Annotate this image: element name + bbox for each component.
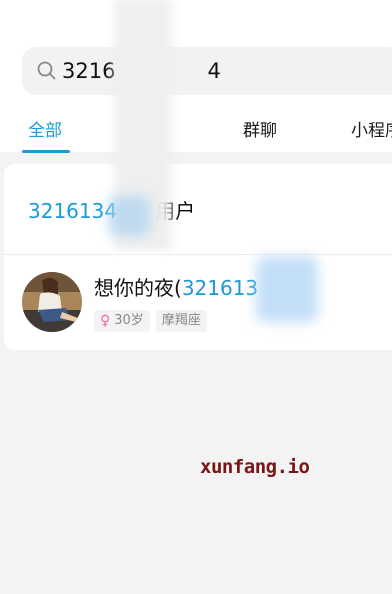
age-label: 30岁 — [114, 313, 144, 328]
result-tabs: 全部 群聊 小程序 — [0, 112, 392, 153]
female-icon: ♀ — [100, 313, 111, 329]
search-query-suffix: 4 — [207, 59, 221, 83]
user-name[interactable]: 想你的夜(321613 — [94, 275, 258, 301]
age-badge: ♀ 30岁 — [94, 310, 150, 332]
search-icon — [37, 61, 56, 80]
search-user-query: 3216134 — [28, 199, 118, 223]
user-name-highlight: 321613 — [181, 276, 259, 300]
divider — [4, 254, 392, 255]
redaction-blur — [256, 256, 318, 322]
zodiac-label: 摩羯座 — [161, 313, 201, 328]
tab-group-chats[interactable]: 群聊 — [243, 120, 277, 142]
tab-mini-programs[interactable]: 小程序 — [351, 120, 392, 142]
active-tab-indicator — [22, 150, 70, 153]
results-card: 3216134用户 想你的夜(321613 ♀ 30岁 摩羯座 — [4, 164, 392, 350]
zodiac-badge: 摩羯座 — [155, 310, 207, 332]
avatar-image — [22, 272, 82, 332]
user-tags: ♀ 30岁 摩羯座 — [94, 310, 207, 332]
tab-all[interactable]: 全部 — [28, 120, 62, 142]
watermark: xunfang.io — [200, 456, 310, 478]
avatar[interactable] — [22, 272, 82, 332]
search-header: 32164 全部 群聊 小程序 — [0, 0, 392, 153]
user-name-prefix: 想你的夜( — [94, 276, 182, 300]
redaction-blur — [108, 196, 150, 236]
search-input[interactable]: 3216 4 — [22, 47, 392, 95]
